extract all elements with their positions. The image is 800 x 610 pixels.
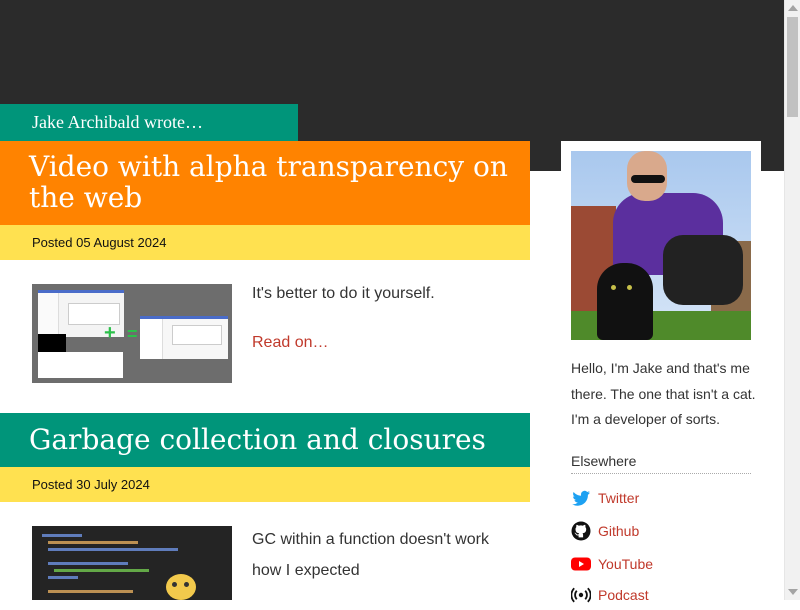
post-thumbnail-video-alpha[interactable]: + = — [32, 284, 232, 383]
post-thumbnail-garbage-collection[interactable] — [32, 526, 232, 600]
scroll-up-arrow-icon[interactable] — [788, 5, 798, 11]
github-link-label: Github — [598, 523, 640, 539]
plus-icon: + — [104, 322, 116, 344]
code-line-graphic — [48, 562, 128, 565]
author-tagline[interactable]: Jake Archibald wrote… — [0, 104, 298, 141]
thumbnail-result-window-graphic — [140, 316, 228, 359]
post-excerpt: GC within a function doesn't work how I … — [252, 531, 489, 579]
code-line-graphic — [48, 541, 138, 544]
post-title-garbage-collection[interactable]: Garbage collection and closures — [0, 413, 530, 467]
twitter-icon — [571, 488, 591, 508]
equals-icon: = — [127, 324, 138, 344]
thumbnail-black-block — [38, 334, 66, 352]
youtube-icon — [571, 554, 591, 574]
elsewhere-heading: Elsewhere — [571, 452, 751, 474]
post-title-video-alpha[interactable]: Video with alpha transparency on the web — [0, 141, 530, 225]
post-date: Posted 05 August 2024 — [0, 225, 530, 260]
code-line-graphic — [48, 576, 78, 579]
code-line-graphic — [48, 548, 178, 551]
youtube-link-label: YouTube — [598, 556, 654, 572]
post-date: Posted 30 July 2024 — [0, 467, 530, 502]
code-line-graphic — [42, 534, 82, 537]
code-line-graphic — [48, 590, 133, 593]
thumbnail-white-block — [38, 352, 123, 378]
vertical-scrollbar[interactable] — [784, 0, 800, 600]
podcast-link-label: Podcast — [598, 587, 649, 603]
post-excerpt: It's better to do it yourself. — [252, 285, 435, 302]
scroll-down-arrow-icon[interactable] — [788, 589, 798, 595]
read-on-link[interactable]: Read on… — [252, 333, 329, 353]
avatar — [571, 151, 751, 340]
github-icon — [571, 521, 591, 541]
podcast-icon — [570, 585, 592, 605]
mind-blown-emoji-icon — [166, 574, 196, 600]
twitter-link-label: Twitter — [598, 490, 640, 506]
scrollbar-thumb[interactable] — [787, 17, 798, 117]
code-line-graphic — [54, 569, 149, 572]
author-bio: Hello, I'm Jake and that's me there. The… — [571, 360, 756, 427]
